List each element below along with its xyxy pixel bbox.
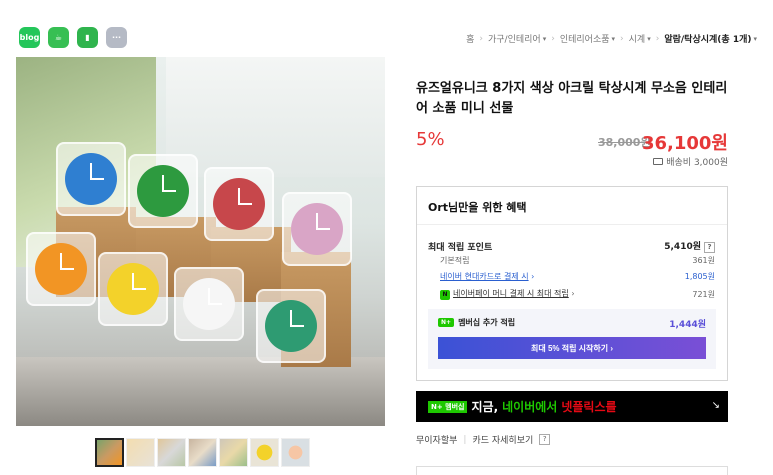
chevron-down-icon[interactable]: ▾ xyxy=(612,35,616,43)
blog-share-icon[interactable]: blog xyxy=(19,27,40,48)
basic-points-label: 기본적립 xyxy=(440,256,470,265)
share-bar: blog ☕ ▮ ··· xyxy=(19,27,127,48)
shipping-fee-text: 배송비 3,000원 xyxy=(666,158,728,168)
breadcrumb-separator: › xyxy=(479,33,483,44)
banner-text-1: 지금, xyxy=(471,400,499,414)
background-table xyxy=(16,357,385,426)
basic-points-value: 361원 xyxy=(692,256,715,265)
clock-yellow xyxy=(98,252,168,326)
clock-pink xyxy=(282,192,352,266)
card-points-row: 네이버 현대카드로 결제 시 › 1,805원 xyxy=(428,271,715,282)
membership-label-row: N+ 멤버십 추가 적립 xyxy=(438,317,515,328)
discount-rate: 5% xyxy=(416,129,445,150)
installment-row: 무이자할부 | 카드 자세히보기 ? xyxy=(416,433,551,446)
membership-value: 1,444원 xyxy=(669,320,706,330)
chevron-down-icon[interactable]: ▾ xyxy=(647,35,651,43)
breadcrumb-category-2[interactable]: 인테리어소품 xyxy=(560,32,610,45)
shipping-fee: 배송비 3,000원 xyxy=(653,155,728,168)
npay-icon: N xyxy=(440,290,450,300)
breadcrumb-separator: › xyxy=(655,33,660,44)
thumbnail[interactable] xyxy=(157,438,186,467)
divider: | xyxy=(463,434,467,445)
benefit-box: Ort님만을 위한 혜택 최대 적립 포인트 5,410원? 기본적립 361원… xyxy=(416,186,728,381)
divider xyxy=(417,224,727,225)
chevron-right-icon[interactable]: › xyxy=(571,289,574,298)
clock-blue xyxy=(56,142,126,216)
background-wall xyxy=(166,57,385,177)
installment-label: 무이자할부 xyxy=(416,436,458,446)
breadcrumb-category-3[interactable]: 시계 xyxy=(629,32,646,45)
npay-points-row: N 네이버페이 머니 결제 시 최대 적립 › 721원 xyxy=(428,288,715,300)
option-box-edge xyxy=(416,466,728,475)
basic-points-row: 기본적립 361원 xyxy=(428,255,715,266)
thumbnail-strip xyxy=(95,438,310,467)
benefit-heading: Ort님만을 위한 혜택 xyxy=(428,201,527,214)
card-points-link[interactable]: 네이버 현대카드로 결제 시 xyxy=(440,272,529,281)
membership-badge: N+ 멤버십 xyxy=(428,400,468,413)
thumbnail[interactable] xyxy=(281,438,310,467)
breadcrumb-category-1[interactable]: 가구/인테리어 xyxy=(488,32,541,45)
banner-text-3: 넷플릭스를 xyxy=(561,400,617,414)
thumbnail[interactable] xyxy=(126,438,155,467)
clock-white xyxy=(174,267,244,341)
product-title: 유즈얼유니크 8가지 색상 아크릴 탁상시계 무소음 인테리어 소품 미니 선물 xyxy=(416,81,728,116)
help-icon[interactable]: ? xyxy=(704,242,715,253)
thumbnail[interactable] xyxy=(250,438,279,467)
npay-points-value: 721원 xyxy=(692,289,715,299)
help-icon[interactable]: ? xyxy=(539,434,551,445)
clock-green xyxy=(128,154,198,228)
membership-panel: N+ 멤버십 추가 적립 1,444원 최대 5% 적립 시작하기 › xyxy=(428,309,716,369)
breadcrumb: 홈 › 가구/인테리어 ▾ › 인테리어소품 ▾ › 시계 ▾ › 알람/탁상시계(총… xyxy=(466,32,757,46)
thumbnail[interactable] xyxy=(219,438,248,467)
chevron-right-icon[interactable]: › xyxy=(531,272,534,281)
clock-teal xyxy=(256,289,326,363)
naver-plus-icon: N+ xyxy=(438,318,455,327)
sale-price: 36,100원 xyxy=(641,133,728,154)
max-points-row: 최대 적립 포인트 5,410원? xyxy=(428,239,715,253)
arrow-icon: ↘ xyxy=(711,400,720,411)
more-icon[interactable]: ··· xyxy=(106,27,127,48)
clock-red xyxy=(204,167,274,241)
max-points-value: 5,410원 xyxy=(664,242,701,252)
truck-icon xyxy=(653,158,664,165)
breadcrumb-current[interactable]: 알람/탁상시계(총 1개) xyxy=(664,32,751,45)
max-points-label: 최대 적립 포인트 xyxy=(428,242,493,253)
breadcrumb-separator: › xyxy=(551,33,555,44)
thumbnail[interactable] xyxy=(188,438,217,467)
membership-label: 멤버십 추가 적립 xyxy=(458,318,516,327)
npay-points-link[interactable]: 네이버페이 머니 결제 시 최대 적립 xyxy=(453,289,569,298)
banner-text-2: 네이버에서 xyxy=(502,400,558,414)
bookmark-icon[interactable]: ▮ xyxy=(77,27,98,48)
product-image xyxy=(16,57,385,426)
promo-banner[interactable]: N+ 멤버십 지금, 네이버에서 넷플릭스를 ↘ xyxy=(416,391,728,422)
breadcrumb-separator: › xyxy=(620,33,624,44)
clock-orange xyxy=(26,232,96,306)
card-points-value: 1,805원 xyxy=(684,272,715,281)
breadcrumb-home[interactable]: 홈 xyxy=(466,32,474,45)
start-membership-button[interactable]: 최대 5% 적립 시작하기 › xyxy=(438,337,706,359)
cafe-share-icon[interactable]: ☕ xyxy=(48,27,69,48)
card-detail-link[interactable]: 카드 자세히보기 xyxy=(472,433,533,446)
chevron-down-icon[interactable]: ▾ xyxy=(753,35,757,43)
thumbnail[interactable] xyxy=(95,438,124,467)
chevron-down-icon[interactable]: ▾ xyxy=(543,35,547,43)
